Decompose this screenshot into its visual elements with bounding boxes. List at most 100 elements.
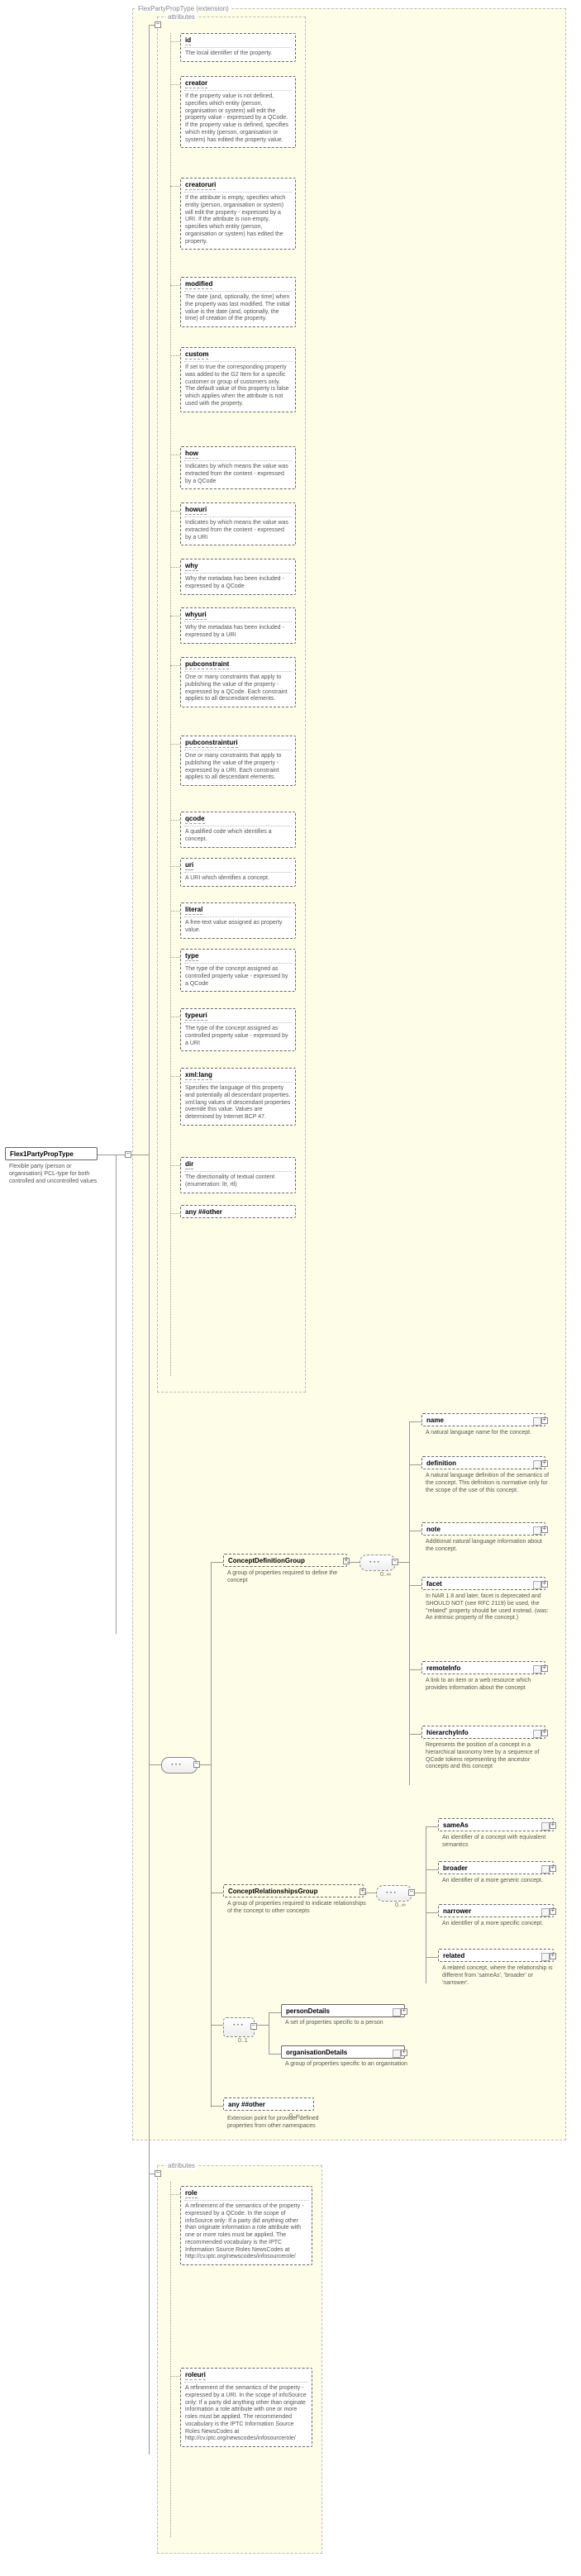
attr-id: id The local identifier of the property. — [180, 33, 296, 62]
attr-literal-desc: A free-text value assigned as property v… — [181, 920, 295, 938]
concept-definition-group: ConceptDefinitionGroup — [223, 1554, 347, 1567]
el-facet: facet — [421, 1577, 545, 1590]
el-hierarchyinfo-title: hierarchyInfo — [422, 1726, 545, 1738]
element-icon — [533, 1460, 541, 1469]
expand-note[interactable] — [541, 1526, 548, 1533]
el-note-desc: Additional natural language information … — [421, 1539, 554, 1557]
el-organisationdetails: organisationDetails — [281, 2045, 405, 2059]
element-icon — [533, 1730, 541, 1738]
anyother-desc: Extension point for provider-defined pro… — [223, 2116, 347, 2134]
attr-typeuri-name: typeuri — [185, 1012, 207, 1021]
attr-creatoruri: creatoruri If the attribute is empty, sp… — [180, 178, 296, 250]
el-definition-title: definition — [422, 1457, 545, 1469]
element-icon — [541, 1953, 550, 1961]
expand-narrower[interactable] — [550, 1908, 556, 1915]
attr-how-name: how — [185, 450, 198, 459]
attr-qcode-desc: A qualified code which identifies a conc… — [181, 829, 295, 847]
el-narrower-title: narrower — [439, 1905, 553, 1917]
attr-pubconstrainturi-name: pubconstrainturi — [185, 739, 238, 748]
attr-creator-name: creator — [185, 79, 207, 88]
attr-dir: dir The directionality of textual conten… — [180, 1157, 296, 1193]
attr-how-desc: Indicates by which means the value was e… — [181, 464, 295, 488]
attr2-role: role A refinement of the semantics of th… — [180, 2186, 312, 2265]
attr-typeuri: typeuri The type of the concept assigned… — [180, 1008, 296, 1051]
collapse-extension[interactable] — [125, 1151, 131, 1158]
attr2-roleuri: roleuri A refinement of the semantics of… — [180, 2368, 312, 2447]
element-icon — [533, 1581, 541, 1589]
expand-related[interactable] — [550, 1953, 556, 1959]
el-narrower: narrower — [438, 1904, 554, 1917]
attr2-roleuri-name: roleuri — [185, 2371, 206, 2380]
attr-xmllang-name: xml:lang — [185, 1071, 212, 1080]
extension-label: FlexPartyPropType (extension) — [136, 5, 231, 12]
attr-qcode: qcode A qualified code which identifies … — [180, 812, 296, 848]
sequence-crg — [376, 1885, 412, 1902]
expand-hierarchyinfo[interactable] — [541, 1730, 548, 1736]
attr-type-desc: The type of the concept assigned as cont… — [181, 966, 295, 991]
attr-xmllang-desc: Specifies the language of this property … — [181, 1085, 295, 1125]
attr-why-name: why — [185, 562, 198, 571]
attr-why-desc: Why the metadata has been included - exp… — [181, 576, 295, 594]
attr-anyother-name: any ##other — [181, 1206, 295, 1217]
attr-any-other: any ##other — [180, 1205, 296, 1218]
expand-broader[interactable] — [550, 1865, 556, 1872]
expand-remoteinfo[interactable] — [541, 1665, 548, 1672]
diagram-canvas: Flex1PartyPropType Flexible party (perso… — [0, 0, 581, 2576]
attr-qcode-name: qcode — [185, 815, 205, 824]
attr-whyuri: whyuri Why the metadata has been include… — [180, 607, 296, 644]
el-remoteinfo: remoteInfo — [421, 1661, 545, 1674]
el-related: related — [438, 1949, 554, 1962]
expand-definition[interactable] — [541, 1460, 548, 1467]
anyother-title: any ##other — [224, 2098, 313, 2110]
el-sameas-title: sameAs — [439, 1819, 553, 1831]
orgdetails-title: organisationDetails — [282, 2046, 404, 2058]
attr-custom: custom If set to true the corresponding … — [180, 347, 296, 412]
attr-type-name: type — [185, 952, 198, 961]
el-broader-desc: An identifier of a more generic concept. — [438, 1878, 562, 1888]
crg-card: 0..∞ — [395, 1902, 406, 1908]
attributes-label: attributes — [166, 13, 197, 21]
root-node: Flex1PartyPropType — [5, 1147, 98, 1160]
attr-modified: modified The date (and, optionally, the … — [180, 277, 296, 327]
el-remoteinfo-desc: A link to an item or a web resource whic… — [421, 1678, 554, 1696]
attr2-roleuri-desc: A refinement of the semantics of the pro… — [181, 2385, 312, 2446]
el-name: name — [421, 1413, 545, 1426]
crg-desc: A group of properties required to indica… — [223, 1901, 372, 1919]
attr-howuri: howuri Indicates by which means the valu… — [180, 502, 296, 545]
persondetails-title: personDetails — [282, 2005, 404, 2017]
persondetails-desc: A set of properties specific to a person — [281, 2020, 413, 2031]
attr-id-desc: The local identifier of the property. — [181, 50, 295, 61]
attr-creator-desc: If the property value is not defined, sp… — [181, 93, 295, 147]
element-icon — [541, 1908, 550, 1917]
expand-orgdetails[interactable] — [401, 2050, 407, 2056]
attr-custom-name: custom — [185, 350, 208, 359]
root-title: Flex1PartyPropType — [6, 1148, 97, 1159]
el-note: note — [421, 1522, 545, 1536]
element-icon — [533, 1665, 541, 1674]
collapse-attributes[interactable] — [155, 21, 161, 28]
collapse-attributes2[interactable] — [155, 2170, 161, 2177]
sequence-cdg — [360, 1555, 396, 1571]
attr-dir-desc: The directionality of textual content (e… — [181, 1174, 295, 1193]
attr-whyuri-desc: Why the metadata has been included - exp… — [181, 625, 295, 643]
attr-modified-name: modified — [185, 280, 212, 289]
expand-persondetails[interactable] — [401, 2008, 407, 2015]
cdg-card: 0..∞ — [380, 1572, 391, 1578]
element-icon — [393, 2050, 401, 2058]
concept-relationships-group: ConceptRelationshipsGroup — [223, 1884, 364, 1897]
attr-how: how Indicates by which means the value w… — [180, 446, 296, 489]
expand-name[interactable] — [541, 1417, 548, 1424]
attr-uri-name: uri — [185, 861, 193, 870]
expand-facet[interactable] — [541, 1581, 548, 1588]
element-icon — [533, 1526, 541, 1535]
attr-pubconstrainturi: pubconstrainturi One or many constraints… — [180, 736, 296, 786]
el-remoteinfo-title: remoteInfo — [422, 1662, 545, 1674]
attr-howuri-name: howuri — [185, 506, 207, 515]
el-narrower-desc: An identifier of a more specific concept… — [438, 1921, 562, 1931]
expand-sameas[interactable] — [550, 1822, 556, 1829]
expand-cdg[interactable] — [343, 1558, 350, 1564]
attr-typeuri-desc: The type of the concept assigned as cont… — [181, 1026, 295, 1050]
expand-crg[interactable] — [360, 1888, 366, 1895]
root-desc: Flexible party (person or organisation) … — [5, 1164, 106, 1188]
el-hierarchyinfo-desc: Represents the position of a concept in … — [421, 1742, 554, 1774]
